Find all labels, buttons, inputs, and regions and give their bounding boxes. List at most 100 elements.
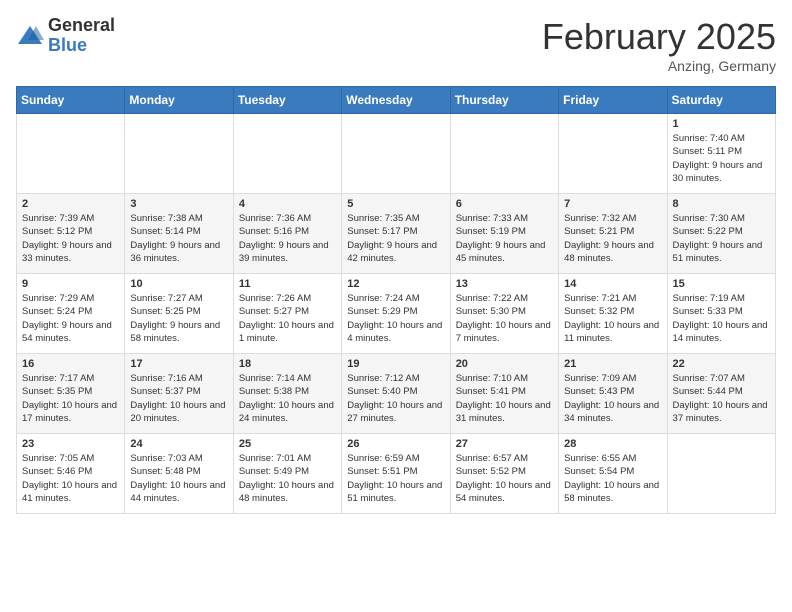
day-number: 12 <box>347 278 444 290</box>
logo-text: General Blue <box>48 16 115 56</box>
calendar-cell: 17 Sunrise: 7:16 AM Sunset: 5:37 PM Dayli… <box>125 354 233 434</box>
calendar-cell: 20 Sunrise: 7:10 AM Sunset: 5:41 PM Dayli… <box>450 354 558 434</box>
day-info: Sunrise: 7:17 AM Sunset: 5:35 PM Dayligh… <box>22 372 119 425</box>
day-info: Sunrise: 7:38 AM Sunset: 5:14 PM Dayligh… <box>130 212 227 265</box>
day-info: Sunrise: 7:40 AM Sunset: 5:11 PM Dayligh… <box>673 132 770 185</box>
calendar-cell <box>559 114 667 194</box>
day-info: Sunrise: 7:10 AM Sunset: 5:41 PM Dayligh… <box>456 372 553 425</box>
calendar-cell: 14 Sunrise: 7:21 AM Sunset: 5:32 PM Dayli… <box>559 274 667 354</box>
day-number: 24 <box>130 438 227 450</box>
weekday-header: Wednesday <box>342 87 450 114</box>
weekday-header: Sunday <box>17 87 125 114</box>
calendar-cell: 6Sunrise: 7:33 AM Sunset: 5:19 PM Daylig… <box>450 194 558 274</box>
day-number: 25 <box>239 438 336 450</box>
day-number: 8 <box>673 198 770 210</box>
weekday-header: Monday <box>125 87 233 114</box>
calendar-cell: 15Sunrise: 7:19 AM Sunset: 5:33 PM Dayli… <box>667 274 775 354</box>
day-number: 14 <box>564 278 661 290</box>
calendar-cell: 27Sunrise: 6:57 AM Sunset: 5:52 PM Dayli… <box>450 434 558 514</box>
calendar-cell <box>450 114 558 194</box>
day-info: Sunrise: 6:59 AM Sunset: 5:51 PM Dayligh… <box>347 452 444 505</box>
calendar-week-row: 16 Sunrise: 7:17 AM Sunset: 5:35 PM Dayli… <box>17 354 776 434</box>
logo-icon <box>16 22 44 50</box>
calendar-cell: 7 Sunrise: 7:32 AM Sunset: 5:21 PM Daylig… <box>559 194 667 274</box>
day-info: Sunrise: 7:03 AM Sunset: 5:48 PM Dayligh… <box>130 452 227 505</box>
day-number: 7 <box>564 198 661 210</box>
day-info: Sunrise: 7:16 AM Sunset: 5:37 PM Dayligh… <box>130 372 227 425</box>
logo-blue: Blue <box>48 35 87 55</box>
calendar-cell: 28Sunrise: 6:55 AM Sunset: 5:54 PM Dayli… <box>559 434 667 514</box>
day-info: Sunrise: 7:09 AM Sunset: 5:43 PM Dayligh… <box>564 372 661 425</box>
calendar-cell: 19 Sunrise: 7:12 AM Sunset: 5:40 PM Dayli… <box>342 354 450 434</box>
calendar-cell <box>233 114 341 194</box>
day-number: 3 <box>130 198 227 210</box>
day-info: Sunrise: 7:36 AM Sunset: 5:16 PM Dayligh… <box>239 212 336 265</box>
day-number: 11 <box>239 278 336 290</box>
day-number: 17 <box>130 358 227 370</box>
calendar-week-row: 1 Sunrise: 7:40 AM Sunset: 5:11 PM Daylig… <box>17 114 776 194</box>
calendar-cell: 3 Sunrise: 7:38 AM Sunset: 5:14 PM Daylig… <box>125 194 233 274</box>
day-number: 6 <box>456 198 553 210</box>
calendar-cell: 9Sunrise: 7:29 AM Sunset: 5:24 PM Daylig… <box>17 274 125 354</box>
weekday-header: Saturday <box>667 87 775 114</box>
weekday-header-row: SundayMondayTuesdayWednesdayThursdayFrid… <box>17 87 776 114</box>
day-number: 20 <box>456 358 553 370</box>
day-number: 22 <box>673 358 770 370</box>
day-info: Sunrise: 7:30 AM Sunset: 5:22 PM Dayligh… <box>673 212 770 265</box>
weekday-header: Tuesday <box>233 87 341 114</box>
calendar-cell: 10Sunrise: 7:27 AM Sunset: 5:25 PM Dayli… <box>125 274 233 354</box>
day-number: 13 <box>456 278 553 290</box>
calendar-cell: 4 Sunrise: 7:36 AM Sunset: 5:16 PM Daylig… <box>233 194 341 274</box>
calendar-cell: 2 Sunrise: 7:39 AM Sunset: 5:12 PM Daylig… <box>17 194 125 274</box>
day-number: 21 <box>564 358 661 370</box>
day-number: 23 <box>22 438 119 450</box>
calendar-cell: 18 Sunrise: 7:14 AM Sunset: 5:38 PM Dayli… <box>233 354 341 434</box>
day-info: Sunrise: 7:35 AM Sunset: 5:17 PM Dayligh… <box>347 212 444 265</box>
day-info: Sunrise: 7:21 AM Sunset: 5:32 PM Dayligh… <box>564 292 661 345</box>
day-info: Sunrise: 7:29 AM Sunset: 5:24 PM Dayligh… <box>22 292 119 345</box>
day-number: 18 <box>239 358 336 370</box>
day-info: Sunrise: 7:07 AM Sunset: 5:44 PM Dayligh… <box>673 372 770 425</box>
day-number: 5 <box>347 198 444 210</box>
calendar-cell: 26 Sunrise: 6:59 AM Sunset: 5:51 PM Dayli… <box>342 434 450 514</box>
month-title: February 2025 <box>542 16 776 58</box>
day-number: 28 <box>564 438 661 450</box>
location: Anzing, Germany <box>542 58 776 74</box>
logo: General Blue <box>16 16 115 56</box>
calendar-cell: 16 Sunrise: 7:17 AM Sunset: 5:35 PM Dayli… <box>17 354 125 434</box>
day-number: 4 <box>239 198 336 210</box>
calendar-cell: 11 Sunrise: 7:26 AM Sunset: 5:27 PM Dayli… <box>233 274 341 354</box>
day-info: Sunrise: 7:26 AM Sunset: 5:27 PM Dayligh… <box>239 292 336 345</box>
weekday-header: Friday <box>559 87 667 114</box>
day-number: 1 <box>673 118 770 130</box>
calendar-cell <box>17 114 125 194</box>
day-info: Sunrise: 7:32 AM Sunset: 5:21 PM Dayligh… <box>564 212 661 265</box>
calendar-cell: 5 Sunrise: 7:35 AM Sunset: 5:17 PM Daylig… <box>342 194 450 274</box>
day-info: Sunrise: 7:22 AM Sunset: 5:30 PM Dayligh… <box>456 292 553 345</box>
calendar-week-row: 23 Sunrise: 7:05 AM Sunset: 5:46 PM Dayli… <box>17 434 776 514</box>
day-info: Sunrise: 7:12 AM Sunset: 5:40 PM Dayligh… <box>347 372 444 425</box>
weekday-header: Thursday <box>450 87 558 114</box>
calendar-week-row: 9Sunrise: 7:29 AM Sunset: 5:24 PM Daylig… <box>17 274 776 354</box>
day-number: 10 <box>130 278 227 290</box>
calendar-cell: 8 Sunrise: 7:30 AM Sunset: 5:22 PM Daylig… <box>667 194 775 274</box>
page-header: General Blue February 2025 Anzing, Germa… <box>16 16 776 74</box>
day-number: 26 <box>347 438 444 450</box>
day-info: Sunrise: 7:14 AM Sunset: 5:38 PM Dayligh… <box>239 372 336 425</box>
calendar-cell: 25 Sunrise: 7:01 AM Sunset: 5:49 PM Dayli… <box>233 434 341 514</box>
logo-general: General <box>48 15 115 35</box>
day-info: Sunrise: 7:24 AM Sunset: 5:29 PM Dayligh… <box>347 292 444 345</box>
day-number: 2 <box>22 198 119 210</box>
day-info: Sunrise: 7:05 AM Sunset: 5:46 PM Dayligh… <box>22 452 119 505</box>
calendar-cell <box>342 114 450 194</box>
day-info: Sunrise: 7:39 AM Sunset: 5:12 PM Dayligh… <box>22 212 119 265</box>
calendar-cell: 23 Sunrise: 7:05 AM Sunset: 5:46 PM Dayli… <box>17 434 125 514</box>
title-block: February 2025 Anzing, Germany <box>542 16 776 74</box>
calendar-cell: 22 Sunrise: 7:07 AM Sunset: 5:44 PM Dayli… <box>667 354 775 434</box>
day-info: Sunrise: 7:01 AM Sunset: 5:49 PM Dayligh… <box>239 452 336 505</box>
calendar-cell <box>667 434 775 514</box>
calendar-table: SundayMondayTuesdayWednesdayThursdayFrid… <box>16 86 776 514</box>
calendar-cell: 13 Sunrise: 7:22 AM Sunset: 5:30 PM Dayli… <box>450 274 558 354</box>
day-number: 19 <box>347 358 444 370</box>
day-number: 16 <box>22 358 119 370</box>
